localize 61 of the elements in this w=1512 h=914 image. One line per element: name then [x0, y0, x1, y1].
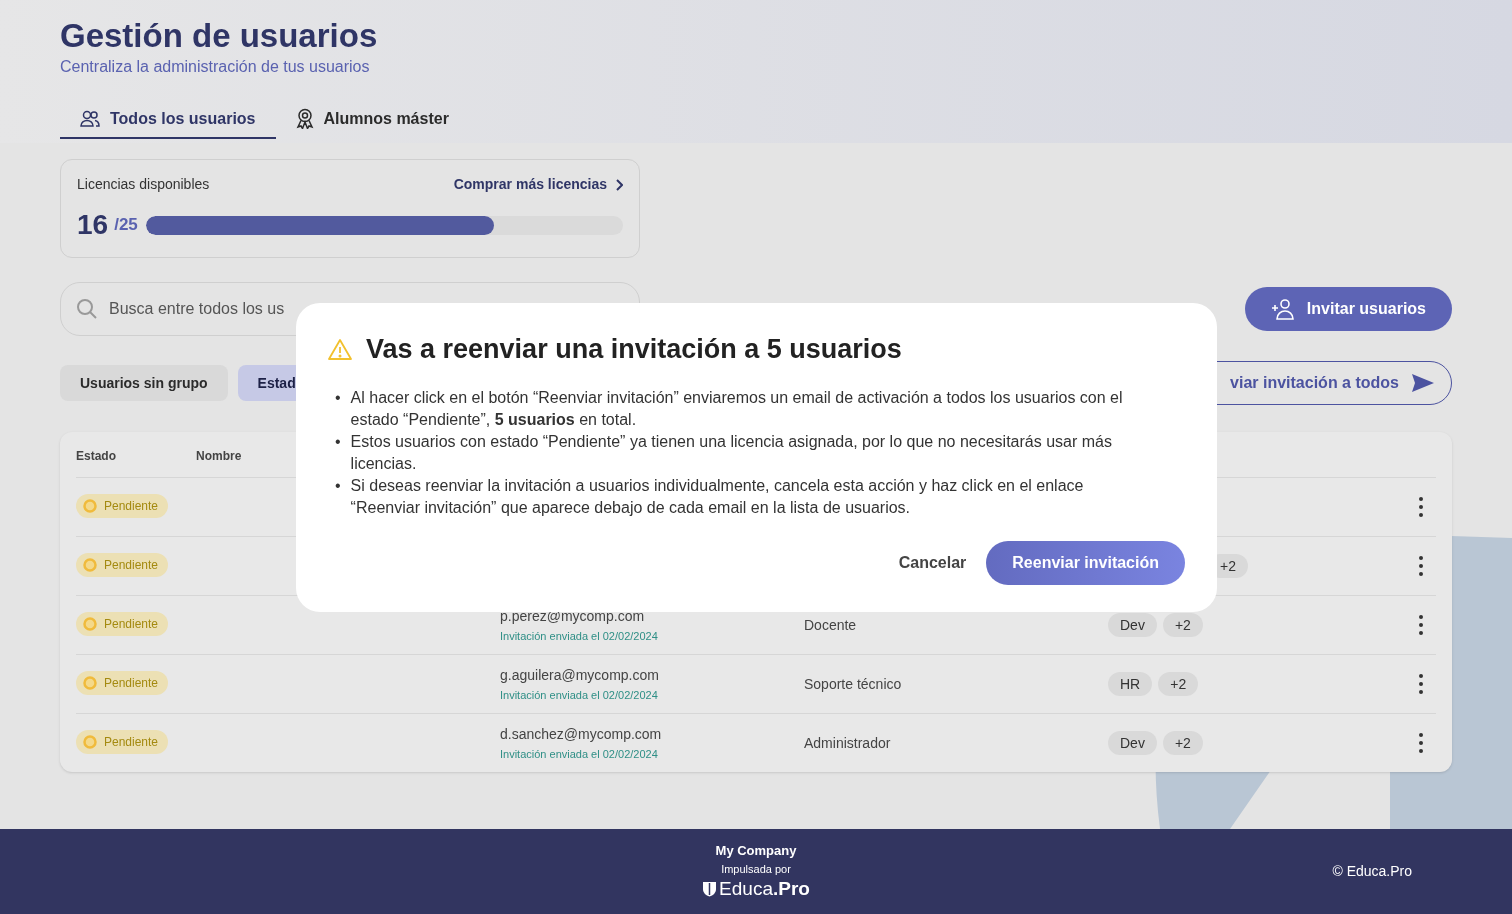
chevron-right-icon: [615, 178, 623, 191]
pending-dot-icon: [83, 617, 97, 631]
more-options-icon: [1419, 674, 1423, 694]
dialog-text: Al hacer click en el botón “Reenviar invitación” enviaremos un email de activación a todos los usuarios con el estado “Pendiente”, 5 usuarios en total.: [350, 388, 1124, 430]
licenses-used: 16: [77, 209, 109, 241]
pending-dot-icon: [83, 735, 97, 749]
copyright-text: © Educa.Pro: [1332, 862, 1412, 881]
column-header: Nombre: [196, 448, 242, 463]
group-tag: +2: [1158, 672, 1199, 696]
bullet: •: [335, 476, 341, 496]
licenses-label: Licencias disponibles: [77, 175, 210, 194]
pending-dot-icon: [83, 558, 97, 572]
add-user-icon: [1270, 297, 1295, 321]
group-tag: Dev: [1108, 613, 1157, 637]
more-options-icon: [1419, 556, 1423, 576]
user-role: Soporte técnico: [804, 676, 902, 692]
user-email: g.aguilera@mycomp.com: [500, 666, 659, 685]
tab[interactable]: Alumnos máster: [275, 100, 469, 139]
more-options-icon: [1419, 497, 1423, 517]
search-field[interactable]: Busca entre todos los us: [60, 282, 640, 336]
invite-users-button[interactable]: Invitar usuarios: [1244, 287, 1452, 331]
more-options-icon: [1419, 615, 1423, 635]
warning-icon: [328, 338, 352, 360]
powered-by-label: Impulsada por: [721, 861, 791, 877]
group-tag: +2: [1162, 613, 1203, 637]
page-title: Gestión de usuarios: [60, 18, 378, 54]
more-options-icon: [1419, 733, 1423, 753]
licenses-total: /25: [114, 214, 138, 237]
buy-licenses-link[interactable]: Comprar más licencias: [453, 174, 623, 195]
bullet: •: [335, 388, 341, 408]
user-role: Administrador: [804, 735, 891, 751]
users-icon: [80, 109, 100, 128]
dialog-text: Estos usuarios con estado “Pendiente” ya tienen una licencia asignada, por lo que no necesitarás usar más licencias.: [350, 432, 1113, 474]
filter-chip[interactable]: Usuarios sin grupo: [60, 365, 228, 401]
award-icon: [295, 108, 314, 129]
group-tag: Dev: [1108, 731, 1157, 755]
status-badge: Pendiente: [76, 553, 169, 577]
pending-dot-icon: [83, 676, 97, 690]
status-badge: Pendiente: [76, 730, 169, 754]
cancel-button[interactable]: Cancelar: [898, 551, 967, 575]
tab[interactable]: Todos los usuarios: [60, 100, 276, 139]
dialog-text: Si deseas reenviar la invitación a usuarios individualmente, cancela esta acción y haz click en el enlace “Reenviar invitación” que aparece debajo de cada email en la lista de usuarios.: [350, 476, 1085, 518]
group-tag: HR: [1108, 672, 1153, 696]
bullet: •: [335, 432, 341, 452]
page-subtitle: Centraliza la administración de tus usuarios: [60, 57, 370, 77]
pending-dot-icon: [83, 499, 97, 513]
brand-logo-text: Educa.Pro: [719, 876, 810, 901]
column-header: Estado: [76, 448, 116, 463]
dialog-title: Vas a reenviar una invitación a 5 usuarios: [366, 333, 902, 365]
status-badge: Pendiente: [76, 494, 169, 518]
search-icon: [76, 298, 98, 320]
status-badge: Pendiente: [76, 671, 169, 695]
resend-invitation-button[interactable]: Reenviar invitación: [986, 541, 1185, 585]
send-icon: [1411, 373, 1435, 393]
shield-logo-icon: [702, 880, 718, 897]
group-tag: +2: [1162, 731, 1203, 755]
status-badge: Pendiente: [76, 612, 169, 636]
company-name: My Company: [715, 842, 797, 859]
user-email: p.perez@mycomp.com: [500, 607, 645, 626]
user-email: d.sanchez@mycomp.com: [500, 725, 662, 744]
user-role: Docente: [804, 617, 857, 633]
